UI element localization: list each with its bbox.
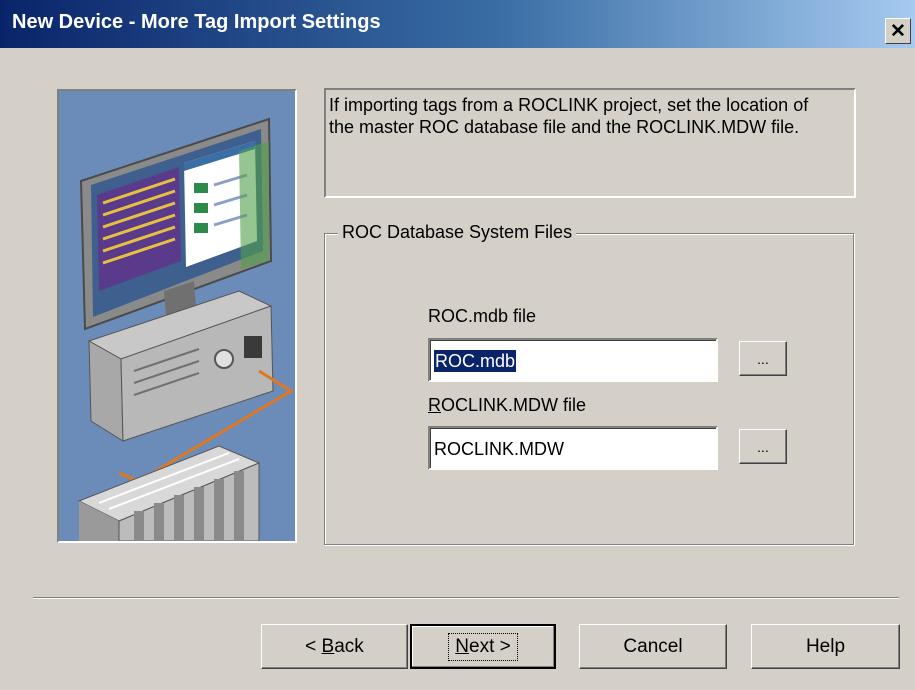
title-bar[interactable]: New Device - More Tag Import Settings ✕ — [0, 0, 915, 48]
roclink-mdw-input-value: ROCLINK.MDW — [434, 439, 564, 459]
help-button[interactable]: Help — [751, 624, 900, 669]
browse-roc-mdb-button[interactable]: ... — [739, 341, 787, 376]
wizard-illustration — [57, 89, 297, 543]
roc-mdb-input[interactable]: ROC.mdb — [428, 338, 718, 382]
computer-plc-illustration-icon — [77, 117, 294, 541]
close-icon: ✕ — [890, 20, 906, 42]
next-button[interactable]: Next > — [410, 624, 556, 669]
roclink-mdw-label-rest: OCLINK.MDW file — [441, 395, 587, 415]
dialog-window: New Device - More Tag Import Settings ✕ — [0, 0, 915, 690]
roc-database-groupbox — [324, 233, 854, 545]
roclink-mdw-input[interactable]: ROCLINK.MDW — [428, 426, 718, 470]
window-title: New Device - More Tag Import Settings — [12, 11, 381, 33]
close-button[interactable]: ✕ — [885, 18, 911, 44]
cancel-button-label: Cancel — [623, 635, 683, 657]
roclink-mdw-mnemonic: R — [428, 395, 441, 415]
back-button[interactable]: < Back — [261, 624, 408, 669]
browse-roclink-mdw-button[interactable]: ... — [739, 429, 787, 464]
roc-mdb-input-value: ROC.mdb — [434, 350, 517, 372]
info-panel: If importing tags from a ROCLINK project… — [324, 88, 856, 198]
back-button-label: < Back — [305, 635, 364, 657]
info-text: If importing tags from a ROCLINK project… — [329, 95, 809, 137]
browse-roc-mdb-label: ... — [757, 350, 769, 367]
footer-separator — [33, 597, 899, 599]
cancel-button[interactable]: Cancel — [579, 624, 727, 669]
roclink-mdw-label: ROCLINK.MDW file — [428, 395, 586, 416]
help-button-label: Help — [805, 635, 846, 657]
roc-mdb-label: ROC.mdb file — [428, 306, 537, 326]
groupbox-legend: ROC Database System Files — [338, 222, 577, 243]
next-button-label: Next > — [448, 632, 518, 661]
browse-roclink-mdw-label: ... — [757, 438, 769, 455]
